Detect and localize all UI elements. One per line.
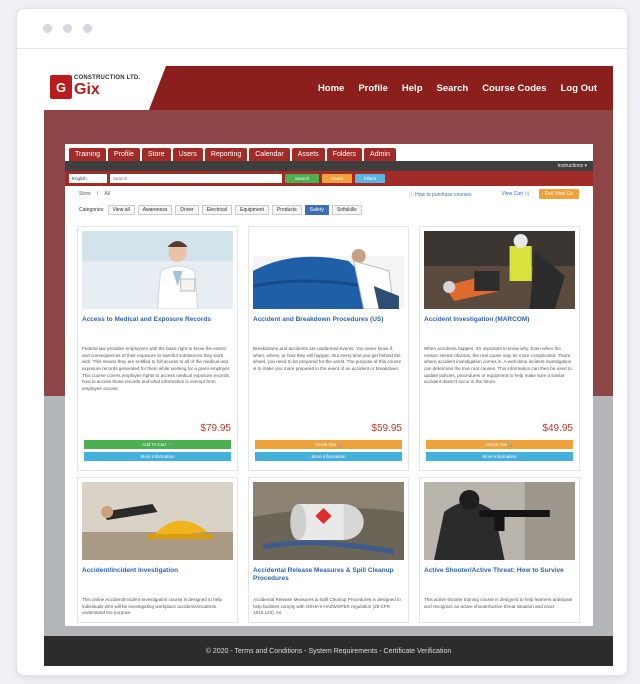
course-card: Accident and Breakdown Procedures (US) B… bbox=[248, 226, 409, 471]
course-grid: Access to Medical and Exposure Records F… bbox=[77, 226, 583, 623]
category-driver[interactable]: Driver bbox=[175, 205, 199, 215]
course-title[interactable]: Active Shooter/Active Threat: How to Sur… bbox=[424, 567, 575, 591]
footer-links[interactable]: © 2020 - Terms and Conditions - System R… bbox=[206, 648, 451, 655]
store-panel: Training Profile Store Users Reporting C… bbox=[65, 144, 593, 626]
course-description: Breakdowns and accidents are unplanned e… bbox=[253, 346, 402, 371]
category-filter: Categories: View all Awareness Driver El… bbox=[65, 202, 593, 218]
search-input[interactable] bbox=[110, 174, 282, 183]
breadcrumb-row: Store / All ⓘ How to purchase courses Vi… bbox=[65, 186, 593, 202]
search-row: English Search Reset Filters bbox=[65, 171, 593, 186]
course-title[interactable]: Accident Investigation (MARCOM) bbox=[424, 316, 575, 340]
category-softskills[interactable]: Softskills bbox=[331, 205, 362, 215]
window-chrome bbox=[17, 9, 627, 49]
course-card: Accident/Incident Investigation This onl… bbox=[77, 477, 238, 623]
course-title[interactable]: Accidental Release Measures & Spill Clea… bbox=[253, 567, 404, 591]
instructions-toggle[interactable]: Instructions ▾ bbox=[558, 163, 587, 169]
category-view-all[interactable]: View all bbox=[107, 205, 135, 215]
window-dot[interactable] bbox=[63, 24, 72, 33]
logo-name: Gix bbox=[74, 81, 100, 98]
tab-users[interactable]: Users bbox=[172, 148, 203, 161]
more-info-button[interactable]: More Information bbox=[426, 452, 573, 461]
course-card: Active Shooter/Active Threat: How to Sur… bbox=[419, 477, 580, 623]
breadcrumb-store[interactable]: Store bbox=[79, 191, 91, 197]
nav-profile[interactable]: Profile bbox=[358, 83, 388, 94]
course-title[interactable]: Access to Medical and Exposure Records bbox=[82, 316, 233, 340]
nav-home[interactable]: Home bbox=[318, 83, 344, 94]
top-nav: Home Profile Help Search Course Codes Lo… bbox=[318, 83, 613, 94]
course-card: Accident Investigation (MARCOM) When acc… bbox=[419, 226, 580, 471]
tab-admin[interactable]: Admin bbox=[364, 148, 396, 161]
category-safety[interactable]: Safety bbox=[304, 205, 329, 215]
nav-help[interactable]: Help bbox=[402, 83, 423, 94]
app-tabs: Training Profile Store Users Reporting C… bbox=[65, 144, 593, 161]
nav-logout[interactable]: Log Out bbox=[561, 83, 597, 94]
course-price: $59.95 bbox=[371, 423, 402, 434]
course-image-car[interactable] bbox=[253, 231, 404, 309]
view-cart-text: View Cart bbox=[501, 191, 524, 197]
add-to-cart-button[interactable]: Add To Cart 🛒 bbox=[84, 440, 231, 449]
search-button[interactable]: Search bbox=[285, 174, 319, 183]
nav-course-codes[interactable]: Course Codes bbox=[482, 83, 546, 94]
category-electrical[interactable]: Electrical bbox=[201, 205, 233, 215]
how-to-purchase-text: How to purchase courses bbox=[415, 191, 472, 198]
more-info-button[interactable]: More Information bbox=[84, 452, 231, 461]
category-awareness[interactable]: Awareness bbox=[137, 205, 173, 215]
course-image-barrel[interactable] bbox=[253, 482, 404, 560]
course-title[interactable]: Accident/Incident Investigation bbox=[82, 567, 233, 591]
course-title[interactable]: Accident and Breakdown Procedures (US) bbox=[253, 316, 404, 340]
cart-icon: 🛒 bbox=[524, 191, 531, 197]
category-products[interactable]: Products bbox=[271, 205, 302, 215]
website: G CONSTRUCTION LTD. Gix Home Profile Hel… bbox=[44, 66, 613, 666]
course-description: This online Accident/Incident Investigat… bbox=[82, 597, 222, 616]
window-dot[interactable] bbox=[43, 24, 52, 33]
language-select[interactable]: English bbox=[69, 174, 107, 183]
window-dot[interactable] bbox=[83, 24, 92, 33]
course-price: $79.95 bbox=[200, 423, 231, 434]
nav-search[interactable]: Search bbox=[437, 83, 469, 94]
tab-calendar[interactable]: Calendar bbox=[249, 148, 290, 161]
reset-button[interactable]: Reset bbox=[322, 174, 352, 183]
course-card: Access to Medical and Exposure Records F… bbox=[77, 226, 238, 471]
how-to-purchase-link[interactable]: ⓘ How to purchase courses bbox=[409, 191, 472, 198]
category-equipment[interactable]: Equipment bbox=[235, 205, 269, 215]
tab-profile[interactable]: Profile bbox=[108, 148, 140, 161]
more-info-button[interactable]: More Information bbox=[255, 452, 402, 461]
course-description: Federal law provides employees with the … bbox=[82, 346, 231, 391]
course-image-hardhat[interactable] bbox=[82, 482, 233, 560]
site-header: G CONSTRUCTION LTD. Gix Home Profile Hel… bbox=[44, 66, 613, 110]
instructions-bar: Instructions ▾ bbox=[65, 161, 593, 171]
course-price: $49.95 bbox=[542, 423, 573, 434]
course-description: When accidents happen, it's important to… bbox=[424, 346, 572, 385]
course-image-shooter[interactable] bbox=[424, 482, 575, 560]
view-cart-link[interactable]: View Cart 🛒 bbox=[502, 191, 531, 197]
course-description: Accidental Release Measures & Spill Clea… bbox=[253, 597, 401, 616]
categories-label: Categories: bbox=[79, 207, 105, 213]
tab-reporting[interactable]: Reporting bbox=[204, 148, 248, 161]
logo-badge: G bbox=[50, 75, 72, 99]
check-out-button[interactable]: Check Out 🛒 bbox=[426, 440, 573, 449]
course-description: This active shooter training course is d… bbox=[424, 597, 573, 609]
check-out-button[interactable]: Check Out 🛒 bbox=[255, 440, 402, 449]
tab-store[interactable]: Store bbox=[141, 148, 171, 161]
breadcrumb-separator: / bbox=[96, 191, 99, 197]
tab-training[interactable]: Training bbox=[69, 148, 107, 161]
course-card: Accidental Release Measures & Spill Clea… bbox=[248, 477, 409, 623]
course-image-doctor[interactable] bbox=[82, 231, 233, 309]
course-image-accident[interactable] bbox=[424, 231, 575, 309]
tab-folders[interactable]: Folders bbox=[326, 148, 363, 161]
tab-assets[interactable]: Assets bbox=[291, 148, 325, 161]
filters-button[interactable]: Filters bbox=[355, 174, 385, 183]
exit-view-button[interactable]: Exit View Co bbox=[538, 189, 579, 199]
breadcrumb-all[interactable]: All bbox=[104, 191, 110, 197]
site-footer: © 2020 - Terms and Conditions - System R… bbox=[44, 636, 613, 666]
logo[interactable]: G CONSTRUCTION LTD. Gix bbox=[44, 66, 166, 110]
